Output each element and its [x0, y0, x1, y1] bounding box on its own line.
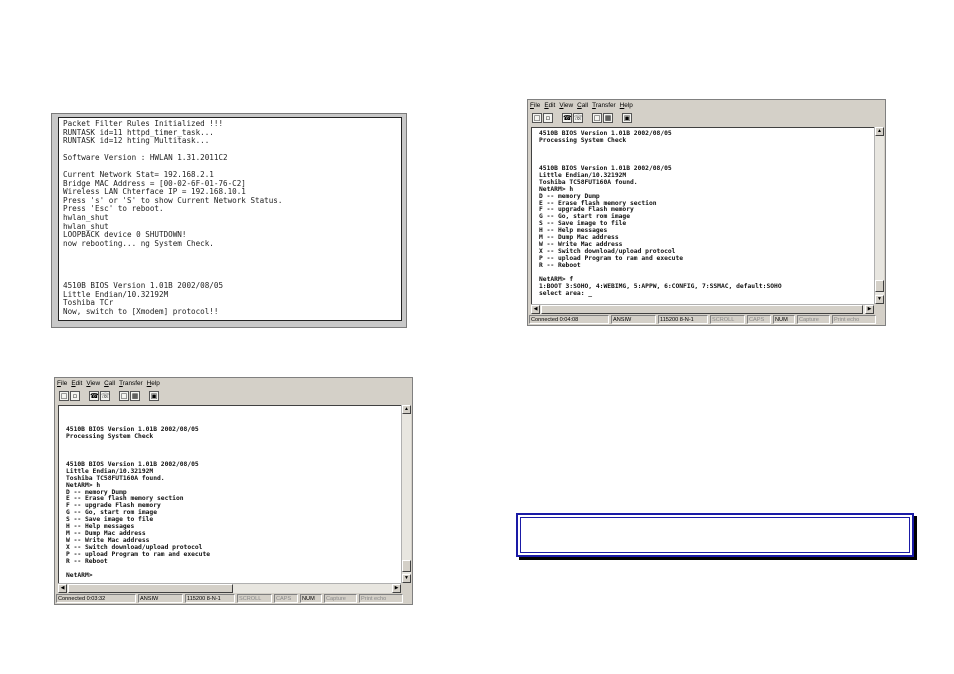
- hscroll-thumb[interactable]: [541, 305, 863, 314]
- menu-transfer[interactable]: Transfer: [592, 102, 616, 109]
- menu-edit[interactable]: Edit: [544, 102, 555, 109]
- receive-icon[interactable]: ▦: [130, 391, 140, 401]
- scroll-up-icon[interactable]: ▲: [875, 127, 884, 136]
- status-port: 115200 8-N-1: [185, 594, 235, 603]
- properties-icon[interactable]: ▣: [149, 391, 159, 401]
- terminal-output: 4510B BIOS Version 1.01B 2002/08/05 Proc…: [66, 425, 211, 579]
- status-print-echo: Print echo: [832, 315, 876, 324]
- new-icon[interactable]: □: [532, 113, 542, 123]
- status-bar: Connected 0:03:32 ANSIW 115200 8-N-1 SCR…: [56, 594, 411, 604]
- status-port: 115200 8-N-1: [658, 315, 708, 324]
- connect-icon[interactable]: ☎: [562, 113, 572, 123]
- terminal-area[interactable]: 4510B BIOS Version 1.01B 2002/08/05 Proc…: [58, 405, 401, 583]
- menu-help[interactable]: Help: [147, 380, 160, 387]
- scroll-thumb[interactable]: [402, 560, 411, 572]
- note-box: [516, 513, 914, 557]
- status-caps: CAPS: [747, 315, 771, 324]
- scroll-down-icon[interactable]: ▼: [875, 295, 884, 304]
- status-num: NUM: [773, 315, 795, 324]
- horizontal-scrollbar[interactable]: ◀ ▶: [58, 583, 401, 593]
- status-print-echo: Print echo: [359, 594, 403, 603]
- note-box-inner-border: [520, 517, 910, 553]
- open-icon[interactable]: ▫: [70, 391, 80, 401]
- vertical-scrollbar[interactable]: ▲ ▼: [401, 405, 411, 583]
- disconnect-icon[interactable]: ☏: [573, 113, 583, 123]
- send-icon[interactable]: □: [592, 113, 602, 123]
- disconnect-icon[interactable]: ☏: [100, 391, 110, 401]
- menu-call[interactable]: Call: [577, 102, 588, 109]
- status-capture: Capture: [797, 315, 830, 324]
- terminal-output: 4510B BIOS Version 1.01B 2002/08/05 Proc…: [539, 130, 782, 297]
- scroll-right-icon[interactable]: ▶: [865, 305, 874, 314]
- status-connected: Connected 0:03:32: [56, 594, 136, 603]
- vertical-scrollbar[interactable]: ▲ ▼: [874, 127, 884, 304]
- scroll-down-icon[interactable]: ▼: [402, 574, 411, 583]
- scroll-left-icon[interactable]: ◀: [531, 305, 540, 314]
- console-text-area: Packet Filter Rules Initialized !!! RUNT…: [58, 117, 402, 321]
- status-emulation: ANSIW: [611, 315, 656, 324]
- properties-icon[interactable]: ▣: [622, 113, 632, 123]
- terminal-area[interactable]: 4510B BIOS Version 1.01B 2002/08/05 Proc…: [531, 127, 874, 304]
- receive-icon[interactable]: ▦: [603, 113, 613, 123]
- status-emulation: ANSIW: [138, 594, 183, 603]
- new-icon[interactable]: □: [59, 391, 69, 401]
- send-icon[interactable]: □: [119, 391, 129, 401]
- menu-edit[interactable]: Edit: [71, 380, 82, 387]
- scroll-right-icon[interactable]: ▶: [392, 584, 401, 593]
- console-output: Packet Filter Rules Initialized !!! RUNT…: [63, 119, 283, 317]
- status-scroll: SCROLL: [710, 315, 745, 324]
- scroll-left-icon[interactable]: ◀: [58, 584, 67, 593]
- menu-view[interactable]: View: [559, 102, 573, 109]
- open-icon[interactable]: ▫: [543, 113, 553, 123]
- horizontal-scrollbar[interactable]: ◀ ▶: [531, 304, 874, 314]
- menu-view[interactable]: View: [86, 380, 100, 387]
- menu-help[interactable]: Help: [620, 102, 633, 109]
- status-num: NUM: [300, 594, 322, 603]
- scroll-thumb[interactable]: [875, 280, 884, 292]
- hyperterminal-window-help: File Edit View Call Transfer Help □ ▫ ☎ ☏ □ ▦…: [54, 377, 413, 605]
- menu-call[interactable]: Call: [104, 380, 115, 387]
- status-scroll: SCROLL: [237, 594, 272, 603]
- menu-transfer[interactable]: Transfer: [119, 380, 143, 387]
- hscroll-thumb[interactable]: [68, 584, 233, 593]
- menu-bar: File Edit View Call Transfer Help: [530, 102, 637, 113]
- console-capture-window: Packet Filter Rules Initialized !!! RUNT…: [51, 113, 407, 328]
- menu-file[interactable]: File: [530, 102, 540, 109]
- menu-file[interactable]: File: [57, 380, 67, 387]
- hyperterminal-window-flash: File Edit View Call Transfer Help □ ▫ ☎ ☏ □ ▦…: [527, 99, 886, 326]
- status-caps: CAPS: [274, 594, 298, 603]
- status-connected: Connected 0:04:08: [529, 315, 609, 324]
- status-bar: Connected 0:04:08 ANSIW 115200 8-N-1 SCR…: [529, 315, 884, 325]
- status-capture: Capture: [324, 594, 357, 603]
- menu-bar: File Edit View Call Transfer Help: [57, 380, 164, 391]
- scroll-up-icon[interactable]: ▲: [402, 405, 411, 414]
- connect-icon[interactable]: ☎: [89, 391, 99, 401]
